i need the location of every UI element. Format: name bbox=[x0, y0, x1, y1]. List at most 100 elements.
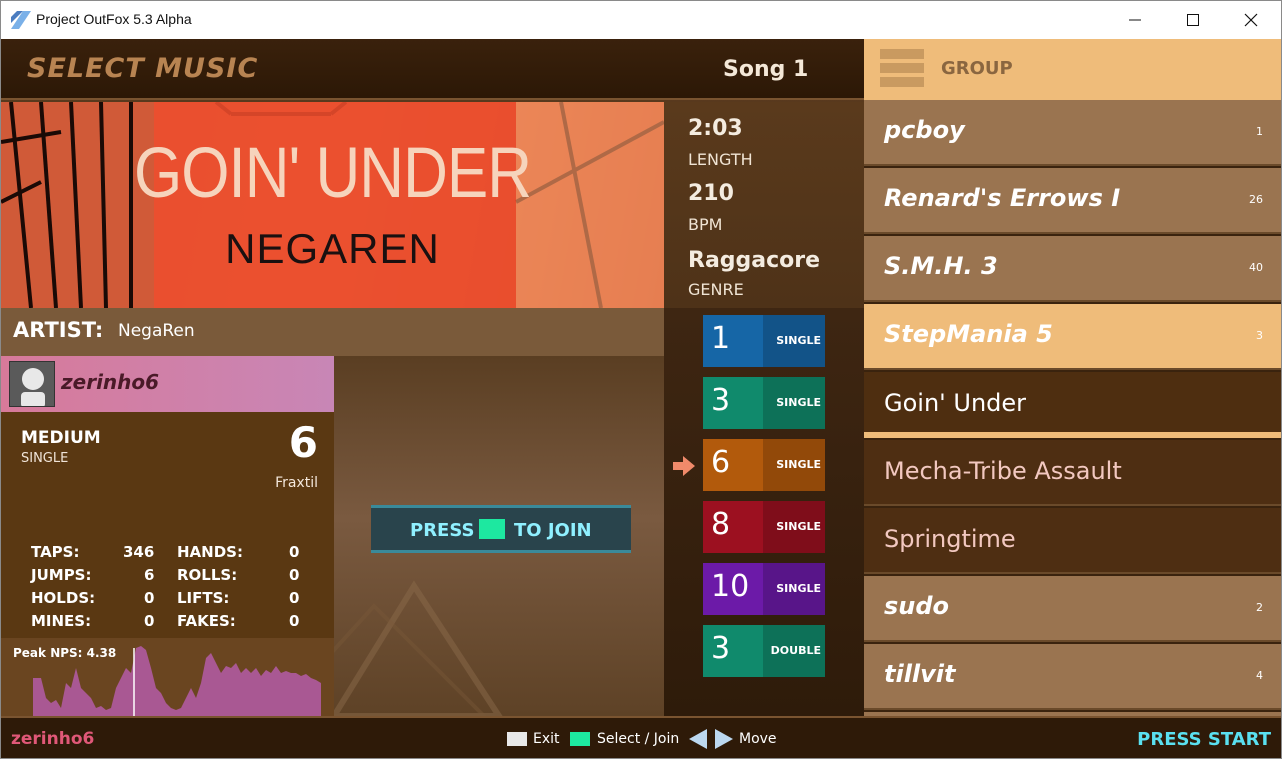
stat-row: JUMPS: 6 ROLLS: 0 bbox=[31, 566, 311, 588]
length-label: LENGTH bbox=[688, 150, 753, 169]
difficulty-item[interactable]: 1 SINGLE bbox=[703, 315, 825, 367]
outfox-app-icon bbox=[11, 11, 31, 29]
join-press-text: PRESS bbox=[410, 520, 475, 541]
wheel-group[interactable]: tillvit 4 bbox=[864, 644, 1281, 710]
artist-bar: ARTIST: NegaRen bbox=[1, 308, 664, 356]
difficulty-item[interactable]: 3 SINGLE bbox=[703, 377, 825, 429]
stat-value: 0 bbox=[289, 589, 300, 607]
stat-row: TAPS: 346 HANDS: 0 bbox=[31, 543, 311, 565]
maximize-icon bbox=[1187, 14, 1199, 26]
stat-row: MINES: 0 FAKES: 0 bbox=[31, 612, 311, 634]
artist-name: NegaRen bbox=[118, 321, 195, 341]
song-banner: GOIN' UNDER NEGAREN bbox=[1, 102, 664, 308]
stat-value: 0 bbox=[289, 543, 300, 561]
stat-value: 0 bbox=[289, 612, 300, 630]
difficulty-item[interactable]: 8 SINGLE bbox=[703, 501, 825, 553]
stat-row: HOLDS: 0 LIFTS: 0 bbox=[31, 589, 311, 611]
wheel-group[interactable]: sudo 2 bbox=[864, 576, 1281, 642]
player-name: zerinho6 bbox=[61, 370, 160, 394]
artist-label: ARTIST: bbox=[13, 318, 104, 342]
stat-label: FAKES: bbox=[177, 612, 236, 630]
wheel-group[interactable]: Renard's Errows I 26 bbox=[864, 168, 1281, 234]
density-graph: Peak NPS: 4.38 bbox=[1, 638, 334, 716]
difficulty-item[interactable]: 10 SINGLE bbox=[703, 563, 825, 615]
group-sort-icon bbox=[880, 49, 924, 87]
stat-value: 0 bbox=[289, 566, 300, 584]
wheel-group[interactable]: pcboy 1 bbox=[864, 100, 1281, 166]
wheel-item-song-count: 1 bbox=[1256, 125, 1263, 138]
player-panel: zerinho6 MEDIUM SINGLE 6 Fraxtil TAPS: 3… bbox=[1, 356, 334, 716]
footer-bar: zerinho6 Exit Select / Join Move PRESS S… bbox=[1, 716, 1281, 758]
maximize-button[interactable] bbox=[1164, 1, 1222, 39]
difficulty-type: SINGLE bbox=[776, 396, 821, 409]
sort-mode-label: GROUP bbox=[941, 58, 1013, 79]
wheel-item-song-count: 40 bbox=[1249, 261, 1263, 274]
wheel-song[interactable]: Springtime bbox=[864, 508, 1281, 574]
wheel-item-title: StepMania 5 bbox=[884, 320, 1053, 348]
press-to-join-prompt[interactable]: PRESS TO JOIN bbox=[371, 505, 631, 553]
stat-label: HOLDS: bbox=[31, 589, 96, 607]
stat-value: 0 bbox=[144, 589, 155, 607]
step-author: Fraxtil bbox=[275, 475, 318, 491]
difficulty-type: SINGLE bbox=[776, 334, 821, 347]
difficulty-item-selected[interactable]: 6 SINGLE bbox=[703, 439, 825, 491]
peak-nps: Peak NPS: 4.38 bbox=[13, 646, 117, 660]
player-profile-bar: zerinho6 bbox=[1, 356, 334, 412]
stat-label: MINES: bbox=[31, 612, 92, 630]
stat-label: ROLLS: bbox=[177, 566, 238, 584]
screen-header: SELECT MUSIC Song 1 bbox=[1, 39, 864, 100]
wheel-item-song-count: 4 bbox=[1256, 669, 1263, 682]
stat-label: LIFTS: bbox=[177, 589, 230, 607]
wheel-song-selected[interactable]: Goin' Under bbox=[864, 372, 1281, 438]
difficulty-list: 1 SINGLE 3 SINGLE 6 SINGLE 8 SINGLE 10 S… bbox=[664, 308, 864, 716]
press-start-prompt: PRESS START bbox=[1137, 729, 1271, 750]
wheel-item-title: Mecha-Tribe Assault bbox=[884, 457, 1122, 485]
wheel-group[interactable]: StepMania 5 3 bbox=[864, 304, 1281, 370]
bpm-value: 210 bbox=[688, 181, 734, 206]
stat-label: JUMPS: bbox=[31, 566, 92, 584]
minimize-icon bbox=[1129, 19, 1141, 21]
wheel-song[interactable]: Mecha-Tribe Assault bbox=[864, 440, 1281, 506]
footer-player-name: zerinho6 bbox=[11, 729, 95, 749]
stat-value: 346 bbox=[123, 543, 155, 561]
difficulty-item[interactable]: 3 DOUBLE bbox=[703, 625, 825, 677]
difficulty-name: MEDIUM bbox=[21, 428, 101, 448]
wheel-item-song-count: 2 bbox=[1256, 601, 1263, 614]
close-icon bbox=[1244, 13, 1258, 27]
selection-arrow-icon bbox=[673, 456, 695, 476]
join-to-join-text: TO JOIN bbox=[514, 520, 592, 541]
minimize-button[interactable] bbox=[1106, 1, 1164, 39]
difficulty-meter: 1 bbox=[711, 321, 731, 356]
difficulty-meter: 10 bbox=[711, 569, 750, 604]
wheel-item-song-count: 3 bbox=[1256, 329, 1263, 342]
difficulty-type: SINGLE bbox=[776, 520, 821, 533]
wheel-sort-header[interactable]: GROUP bbox=[864, 39, 1281, 100]
difficulty-meter: 3 bbox=[711, 631, 731, 666]
select-join-hint: Select / Join bbox=[597, 731, 680, 747]
song-info-panel: 2:03 LENGTH 210 BPM Raggacore GENRE bbox=[664, 102, 864, 308]
user-silhouette-icon bbox=[21, 368, 45, 406]
song-counter: Song 1 bbox=[723, 57, 809, 82]
difficulty-type: SINGLE bbox=[776, 582, 821, 595]
close-button[interactable] bbox=[1222, 1, 1280, 39]
difficulty-meter: 6 bbox=[711, 445, 731, 480]
genre-label: GENRE bbox=[688, 280, 744, 299]
wheel-item-title: Goin' Under bbox=[884, 389, 1027, 417]
move-hint: Move bbox=[739, 731, 777, 747]
banner-song-title: GOIN' UNDER bbox=[134, 133, 532, 214]
difficulty-meter: 3 bbox=[711, 383, 731, 418]
title-bar: Project OutFox 5.3 Alpha bbox=[1, 1, 1281, 39]
music-wheel: GROUP pcboy 1 Renard's Errows I 26 S.M.H. 3 4… bbox=[864, 39, 1281, 758]
screen-title: SELECT MUSIC bbox=[27, 53, 259, 84]
wheel-item-title: Springtime bbox=[884, 525, 1016, 553]
stat-value: 0 bbox=[144, 612, 155, 630]
left-right-arrows-icon bbox=[689, 729, 733, 749]
wheel-group[interactable]: S.M.H. 3 40 bbox=[864, 236, 1281, 302]
wheel-item-title: sudo bbox=[884, 592, 950, 620]
wheel-item-title: pcboy bbox=[884, 116, 965, 144]
wheel-item-song-count: 26 bbox=[1249, 193, 1263, 206]
stat-value: 6 bbox=[144, 566, 155, 584]
length-value: 2:03 bbox=[688, 116, 743, 141]
select-key-icon bbox=[570, 732, 590, 746]
avatar bbox=[9, 361, 55, 407]
